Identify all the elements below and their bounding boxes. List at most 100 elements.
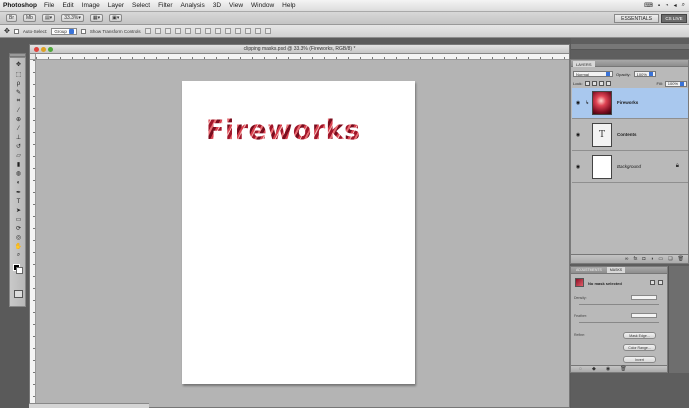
zoom-tool-icon[interactable]: ⌕	[14, 252, 23, 259]
distribute-right-icon[interactable]	[254, 28, 261, 34]
menu-edit[interactable]: Edit	[62, 2, 73, 9]
sync-icon[interactable]: ◔	[665, 3, 669, 9]
tab-adjustments[interactable]: ADJUSTMENTS	[573, 267, 605, 273]
volume-icon[interactable]: ◂	[674, 2, 677, 9]
layer-row-contents[interactable]: ◉ T Contents	[572, 120, 688, 151]
panel-dock-header[interactable]	[571, 44, 689, 50]
auto-align-icon[interactable]	[264, 28, 271, 34]
path-selection-tool-icon[interactable]: ➤	[14, 207, 23, 214]
spotlight-icon[interactable]: ⌕	[682, 2, 685, 9]
distribute-left-icon[interactable]	[234, 28, 241, 34]
layer-row-background[interactable]: ◉ Background 🔒︎	[572, 152, 688, 183]
vector-mask-icon[interactable]	[658, 280, 663, 285]
auto-select-checkbox[interactable]	[13, 28, 19, 34]
adjustment-layer-icon[interactable]: ◑	[650, 256, 653, 262]
auto-select-dropdown[interactable]: Group	[51, 27, 77, 35]
show-transform-checkbox[interactable]	[80, 28, 86, 34]
lock-transparency-icon[interactable]	[584, 81, 590, 86]
mask-edge-button[interactable]: Mask Edge...	[623, 332, 656, 339]
screen-mode-button[interactable]: ▣▾	[109, 14, 123, 22]
menu-3d[interactable]: 3D	[213, 2, 221, 9]
feather-slider[interactable]	[579, 322, 659, 323]
arrange-documents-button[interactable]: ▦▾	[89, 14, 104, 22]
eraser-tool-icon[interactable]: ▱	[14, 152, 23, 159]
workspace-switcher[interactable]: ESSENTIALS	[614, 14, 659, 23]
invert-button[interactable]: Invert	[623, 356, 656, 363]
menu-image[interactable]: Image	[82, 2, 100, 9]
color-range-button[interactable]: Color Range...	[623, 344, 656, 351]
distribute-bottom-icon[interactable]	[224, 28, 231, 34]
3d-camera-tool-icon[interactable]: ◎	[14, 234, 23, 241]
crop-tool-icon[interactable]: ⌗	[14, 98, 23, 105]
blur-tool-icon[interactable]: ◍	[14, 170, 23, 177]
move-tool-icon[interactable]: ✥	[14, 61, 23, 68]
quick-mask-icon[interactable]	[14, 290, 23, 298]
zoom-level-select[interactable]: 33.3% ▾	[61, 14, 84, 22]
menu-file[interactable]: File	[44, 2, 54, 9]
pen-tool-icon[interactable]: ✒	[14, 189, 23, 196]
zoom-window-icon[interactable]	[48, 47, 53, 52]
hand-tool-icon[interactable]: ✋	[14, 243, 23, 250]
eyedropper-tool-icon[interactable]: ⁄	[14, 107, 23, 114]
menu-help[interactable]: Help	[282, 2, 295, 9]
align-center-icon[interactable]	[184, 28, 191, 34]
distribute-top-icon[interactable]	[204, 28, 211, 34]
dodge-tool-icon[interactable]: ◐	[14, 179, 23, 186]
fill-field[interactable]: 100%	[664, 80, 687, 87]
pixel-mask-icon[interactable]	[650, 280, 655, 285]
align-right-icon[interactable]	[194, 28, 201, 34]
menu-analysis[interactable]: Analysis	[181, 2, 205, 9]
add-mask-icon[interactable]: ◘	[642, 256, 645, 262]
collapsed-panel-strip[interactable]	[668, 266, 689, 373]
quick-select-tool-icon[interactable]: ✎	[14, 89, 23, 96]
align-top-icon[interactable]	[144, 28, 151, 34]
blend-mode-select[interactable]: Normal	[573, 71, 613, 77]
opacity-field[interactable]: 100%	[633, 71, 656, 77]
bridge-button[interactable]: Br	[6, 14, 17, 22]
clone-stamp-tool-icon[interactable]: ⊥	[14, 134, 23, 141]
density-field[interactable]	[631, 295, 657, 300]
distribute-middle-icon[interactable]	[214, 28, 221, 34]
input-menu-icon[interactable]: ⌨	[644, 2, 653, 9]
document-title-bar[interactable]: clipping masks.psd @ 33.3% (Fireworks, R…	[30, 45, 569, 54]
layer-name[interactable]: Fireworks	[617, 100, 638, 105]
menu-layer[interactable]: Layer	[108, 2, 124, 9]
app-menu[interactable]: Photoshop	[3, 2, 37, 9]
3d-rotate-tool-icon[interactable]: ⟳	[14, 225, 23, 232]
vertical-ruler[interactable]	[30, 60, 36, 407]
background-color-swatch[interactable]	[16, 267, 23, 274]
layer-name[interactable]: Contents	[617, 132, 637, 137]
minimize-window-icon[interactable]	[41, 47, 46, 52]
density-slider[interactable]	[579, 304, 659, 305]
menu-view[interactable]: View	[229, 2, 243, 9]
delete-mask-icon[interactable]: 🗑︎	[620, 366, 626, 372]
tab-layers[interactable]: LAYERS	[573, 61, 595, 67]
eye-icon[interactable]: ◉	[575, 164, 581, 170]
lasso-tool-icon[interactable]: ρ	[14, 80, 23, 87]
layer-style-icon[interactable]: fx	[633, 256, 637, 262]
layer-name[interactable]: Background	[617, 164, 641, 169]
eye-icon[interactable]: ◉	[575, 100, 581, 106]
menu-filter[interactable]: Filter	[158, 2, 172, 9]
feather-field[interactable]	[631, 313, 657, 318]
close-window-icon[interactable]	[34, 47, 39, 52]
menu-select[interactable]: Select	[132, 2, 150, 9]
link-layers-icon[interactable]: ∞	[625, 256, 629, 262]
align-middle-icon[interactable]	[154, 28, 161, 34]
document-canvas[interactable]: Fireworks	[182, 81, 415, 384]
fireworks-clipped-text[interactable]: Fireworks	[206, 117, 361, 144]
disable-mask-icon[interactable]: ◉	[606, 366, 610, 372]
type-tool-icon[interactable]: T	[14, 198, 23, 205]
brush-tool-icon[interactable]: ⁄	[14, 125, 23, 132]
new-group-icon[interactable]: ▭	[658, 256, 663, 262]
view-extras-button[interactable]: ▤▾	[41, 14, 56, 22]
cs-live-button[interactable]: CS LIVE	[661, 14, 687, 23]
horizontal-ruler[interactable]	[36, 54, 569, 60]
tab-masks[interactable]: MASKS	[606, 267, 626, 273]
lock-all-icon[interactable]	[605, 81, 611, 86]
history-brush-tool-icon[interactable]: ↺	[14, 143, 23, 150]
new-layer-icon[interactable]: ❏	[668, 256, 672, 262]
align-left-icon[interactable]	[174, 28, 181, 34]
lock-position-icon[interactable]	[598, 81, 604, 86]
apply-mask-icon[interactable]: ◆	[592, 366, 596, 372]
